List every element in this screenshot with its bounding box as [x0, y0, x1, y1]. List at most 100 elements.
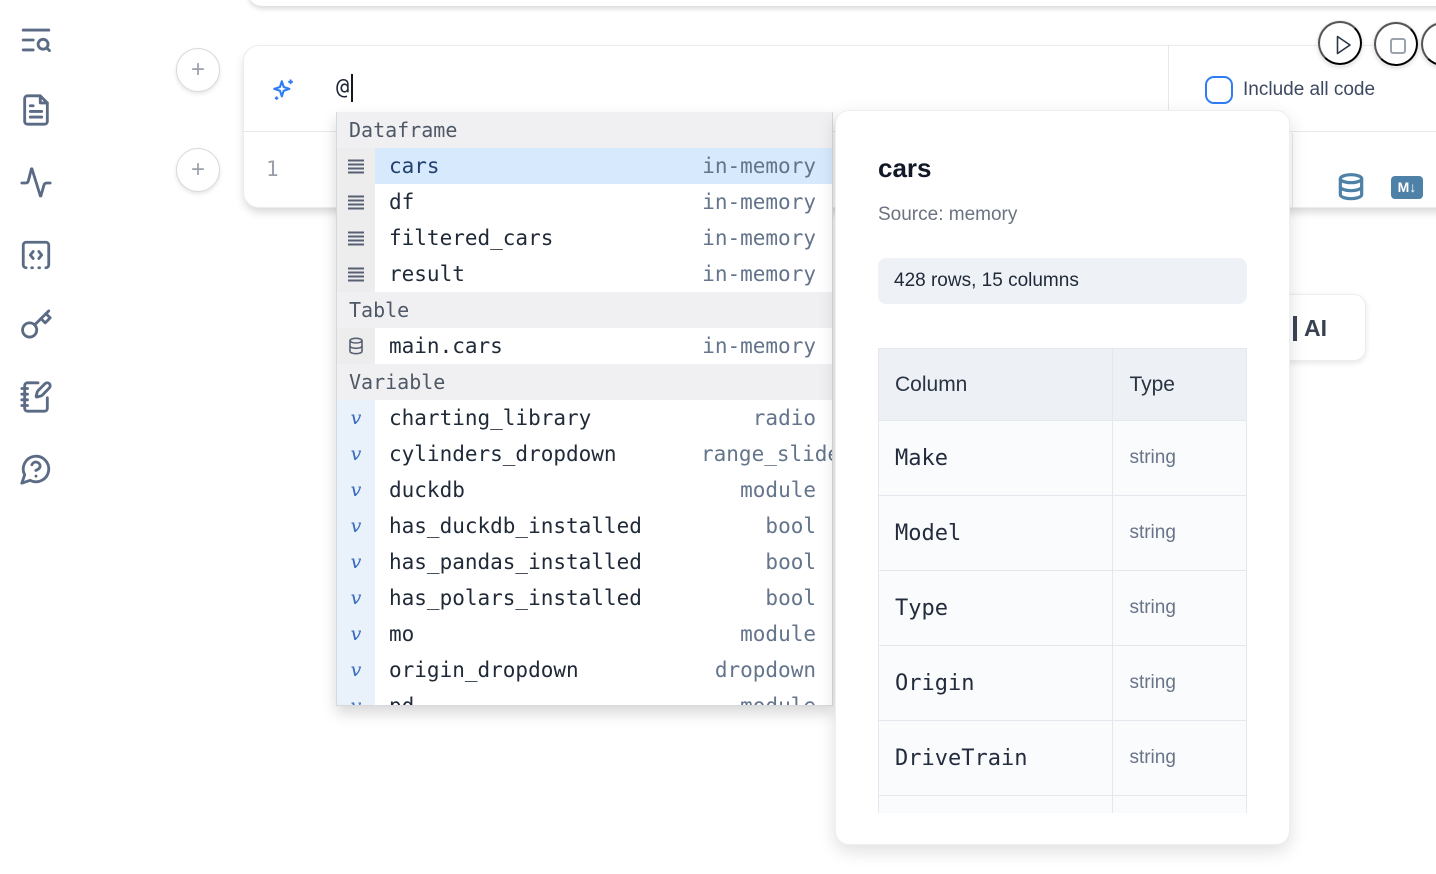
item-type: in-memory: [701, 262, 816, 286]
autocomplete-item-pd[interactable]: v pd module: [337, 688, 832, 706]
schema-column-name: Model: [879, 496, 1113, 571]
schema-column-name: Type: [879, 571, 1113, 646]
variable-icon: v: [337, 472, 375, 508]
item-type: module: [701, 622, 816, 646]
variable-icon: v: [337, 580, 375, 616]
dataframe-icon: [337, 220, 375, 256]
schema-column-type: string: [1113, 646, 1247, 721]
item-name: origin_dropdown: [389, 658, 579, 682]
autocomplete-section-table: Table: [337, 292, 832, 328]
schema-column-type: string: [1113, 421, 1247, 496]
autocomplete-section-variable: Variable: [337, 364, 832, 400]
item-name: has_polars_installed: [389, 586, 642, 610]
item-name: mo: [389, 622, 414, 646]
ai-button-label: AI: [1304, 315, 1327, 342]
autocomplete-item-df[interactable]: df in-memory: [337, 184, 832, 220]
editor-divider: [1292, 133, 1293, 207]
item-type: dropdown: [701, 658, 816, 682]
text-caret: [351, 74, 353, 102]
schema-column-type: string: [1113, 721, 1247, 796]
preview-stats-badge: 428 rows, 15 columns: [878, 258, 1247, 304]
run-button[interactable]: [1318, 21, 1362, 65]
dataframe-preview-panel: cars Source: memory 428 rows, 15 columns…: [835, 110, 1290, 845]
item-type: radio: [701, 406, 816, 430]
autocomplete-item-cars[interactable]: carsin-memory: [337, 148, 832, 184]
item-name: has_duckdb_installed: [389, 514, 642, 538]
table-icon: [337, 328, 375, 364]
ai-generate-button[interactable]: AI: [1278, 294, 1366, 361]
key-icon[interactable]: [19, 308, 53, 342]
item-type: in-memory: [701, 226, 816, 250]
autocomplete-item-has_pandas_installed[interactable]: vhas_pandas_installedbool: [337, 544, 832, 580]
autocomplete-item-cylinders_dropdown[interactable]: v cylinders_dropdown range_slider: [337, 436, 832, 472]
dataframe-icon: [337, 148, 375, 184]
schema-header-type: Type: [1113, 349, 1247, 421]
item-type: bool: [701, 514, 816, 538]
autocomplete-item-origin_dropdown[interactable]: v origin_dropdown dropdown: [337, 652, 832, 688]
file-document-icon[interactable]: [19, 93, 53, 127]
autocomplete-dropdown: Dataframecarsin-memorydfin-memoryfiltere…: [336, 112, 833, 706]
add-cell-below-button[interactable]: +: [176, 148, 220, 192]
schema-column-type: string: [1113, 571, 1247, 646]
autocomplete-section-dataframe: Dataframe: [337, 112, 832, 148]
variable-icon: v: [337, 544, 375, 580]
occluded-letter: [1293, 316, 1297, 341]
schema-row-type: Typestring: [879, 571, 1247, 646]
schema-column-name: Origin: [879, 646, 1113, 721]
include-all-code-checkbox[interactable]: [1205, 76, 1233, 104]
sparkles-icon: [269, 76, 297, 104]
item-name: pd: [389, 694, 414, 706]
line-number: 1: [266, 157, 279, 181]
autocomplete-item-mo[interactable]: vmo module: [337, 616, 832, 652]
item-name: result: [389, 262, 465, 286]
preview-source: Source: memory: [878, 204, 1017, 226]
item-type: bool: [701, 550, 816, 574]
database-icon[interactable]: [1335, 170, 1367, 206]
item-name: main.cars: [389, 334, 503, 358]
file-search-icon[interactable]: [19, 23, 53, 57]
ai-prompt-input[interactable]: @: [336, 75, 349, 100]
autocomplete-item-charting_library[interactable]: vcharting_libraryradio: [337, 400, 832, 436]
autocomplete-item-duckdb[interactable]: vduckdb module: [337, 472, 832, 508]
variable-icon: v: [337, 688, 375, 706]
schema-column-type: string: [1113, 496, 1247, 571]
item-type: bool: [701, 586, 816, 610]
dataframe-icon: [337, 256, 375, 292]
item-type: module: [701, 478, 816, 502]
schema-row-make: Makestring: [879, 421, 1247, 496]
variable-icon: v: [337, 436, 375, 472]
variable-icon: v: [337, 652, 375, 688]
sidebar: [0, 0, 72, 874]
help-chat-icon[interactable]: [19, 452, 53, 486]
item-name: duckdb: [389, 478, 465, 502]
stop-button[interactable]: [1374, 22, 1418, 66]
autocomplete-item-result[interactable]: result in-memory: [337, 256, 832, 292]
snippets-code-icon[interactable]: [19, 238, 53, 272]
item-type: module: [701, 694, 816, 706]
item-name: filtered_cars: [389, 226, 553, 250]
schema-row-partial: [879, 796, 1247, 814]
preview-title: cars: [878, 153, 932, 184]
add-cell-above-button[interactable]: +: [176, 48, 220, 92]
item-type: range_slider: [701, 442, 816, 466]
activity-icon[interactable]: [19, 166, 53, 200]
item-type: in-memory: [701, 190, 816, 214]
include-all-code-label: Include all code: [1243, 79, 1375, 101]
item-name: cylinders_dropdown: [389, 442, 617, 466]
variable-icon: v: [337, 616, 375, 652]
item-name: df: [389, 190, 414, 214]
autocomplete-item-has_polars_installed[interactable]: v has_polars_installed bool: [337, 580, 832, 616]
autocomplete-item-has_duckdb_installed[interactable]: v has_duckdb_installed bool: [337, 508, 832, 544]
schema-row-drivetrain: DriveTrainstring: [879, 721, 1247, 796]
autocomplete-item-filtered_cars[interactable]: filtered_cars in-memory: [337, 220, 832, 256]
item-name: cars: [389, 154, 440, 178]
schema-column-name: DriveTrain: [879, 721, 1113, 796]
variable-icon: v: [337, 508, 375, 544]
previous-cell-bottom: [248, 0, 1436, 6]
schema-column-name: Make: [879, 421, 1113, 496]
dataframe-icon: [337, 184, 375, 220]
autocomplete-item-main.cars[interactable]: main.carsin-memory: [337, 328, 832, 364]
scratchpad-notebook-pen-icon[interactable]: [19, 380, 53, 414]
markdown-badge-icon[interactable]: M↓: [1391, 176, 1423, 199]
preview-schema-table: Column Type MakestringModelstringTypestr…: [878, 348, 1248, 813]
